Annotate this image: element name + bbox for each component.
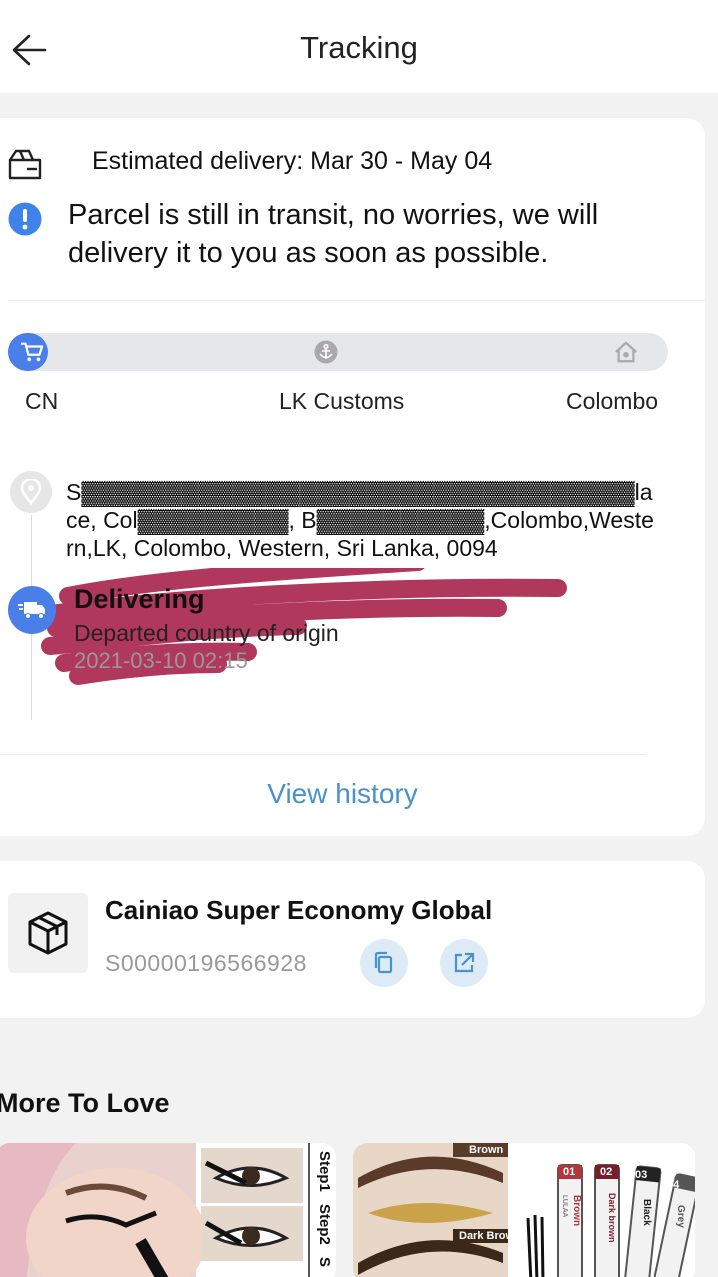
home-icon <box>614 340 638 364</box>
tracking-number: S00000196566928 <box>105 950 307 976</box>
page-title: Tracking <box>300 30 418 65</box>
pen-label-brown: Brown <box>571 1195 582 1227</box>
product-image-eyeliner <box>0 1143 336 1277</box>
divider <box>0 754 645 755</box>
step-label-2: Step2 <box>316 1204 333 1245</box>
pen-number-03: 03 <box>635 1169 648 1181</box>
info-icon <box>8 202 42 241</box>
stop-label-destination: Colombo <box>566 388 659 414</box>
pen-label-grey: Grey <box>675 1205 686 1228</box>
pen-label-dark-brown: Dark brown <box>607 1193 617 1243</box>
product-card-eyeliner[interactable]: Step1 Step2 S <box>0 1143 336 1277</box>
transit-message: Parcel is still in transit, no worries, … <box>68 199 599 269</box>
pen-number-04: 04 <box>667 1179 680 1191</box>
estimated-delivery: Estimated delivery: Mar 30 - May 04 <box>92 147 493 175</box>
tracking-card: Estimated delivery: Mar 30 - May 04 Parc… <box>0 118 705 836</box>
status-description: Departed country of origin <box>74 620 339 646</box>
top-bar: Tracking <box>0 0 718 93</box>
pen-label-black: Black <box>641 1199 652 1226</box>
package-box-icon <box>8 893 88 973</box>
divider <box>8 300 705 301</box>
shipment-progress-bar <box>8 333 668 371</box>
brand-label: LULAA <box>561 1195 568 1218</box>
customs-anchor-icon <box>314 340 338 364</box>
location-pin-icon <box>10 471 52 513</box>
stop-label-customs: LK Customs <box>279 388 405 414</box>
pen-number-01: 01 <box>563 1166 576 1178</box>
status-title: Delivering <box>74 584 205 614</box>
shade-label-brown: Brown <box>469 1144 504 1156</box>
status-timestamp: 2021-03-10 02:15 <box>74 648 248 673</box>
delivery-address: S▓▓▓▓▓▓▓▓▓▓▓▓▓▓▓▓▓▓▓▓▓▓▓▓▓▓▓▓▓▓▓▓▓lace, … <box>66 479 654 561</box>
truck-icon <box>8 586 56 634</box>
copy-icon <box>374 951 393 974</box>
pen-number-02: 02 <box>600 1166 613 1178</box>
step-label-1: Step1 <box>316 1151 333 1192</box>
view-history-link[interactable]: View history <box>0 778 705 810</box>
carrier-card: Cainiao Super Economy Global S0000019656… <box>0 861 705 1018</box>
external-link-icon <box>454 952 475 973</box>
shade-label-dark-brown: Dark Brown <box>459 1230 521 1242</box>
more-to-love-title: More To Love <box>0 1088 170 1118</box>
track-external-button[interactable] <box>440 939 488 987</box>
stop-label-origin: CN <box>25 388 59 414</box>
copy-button[interactable] <box>360 939 408 987</box>
carrier-name: Cainiao Super Economy Global <box>105 895 493 925</box>
product-card-brow-pen[interactable]: Brown Dark Brown 01 02 03 04 LULAA Brown… <box>353 1143 695 1277</box>
cart-icon <box>20 340 44 364</box>
parcel-icon <box>7 148 43 180</box>
step-label-3: S <box>316 1257 333 1268</box>
